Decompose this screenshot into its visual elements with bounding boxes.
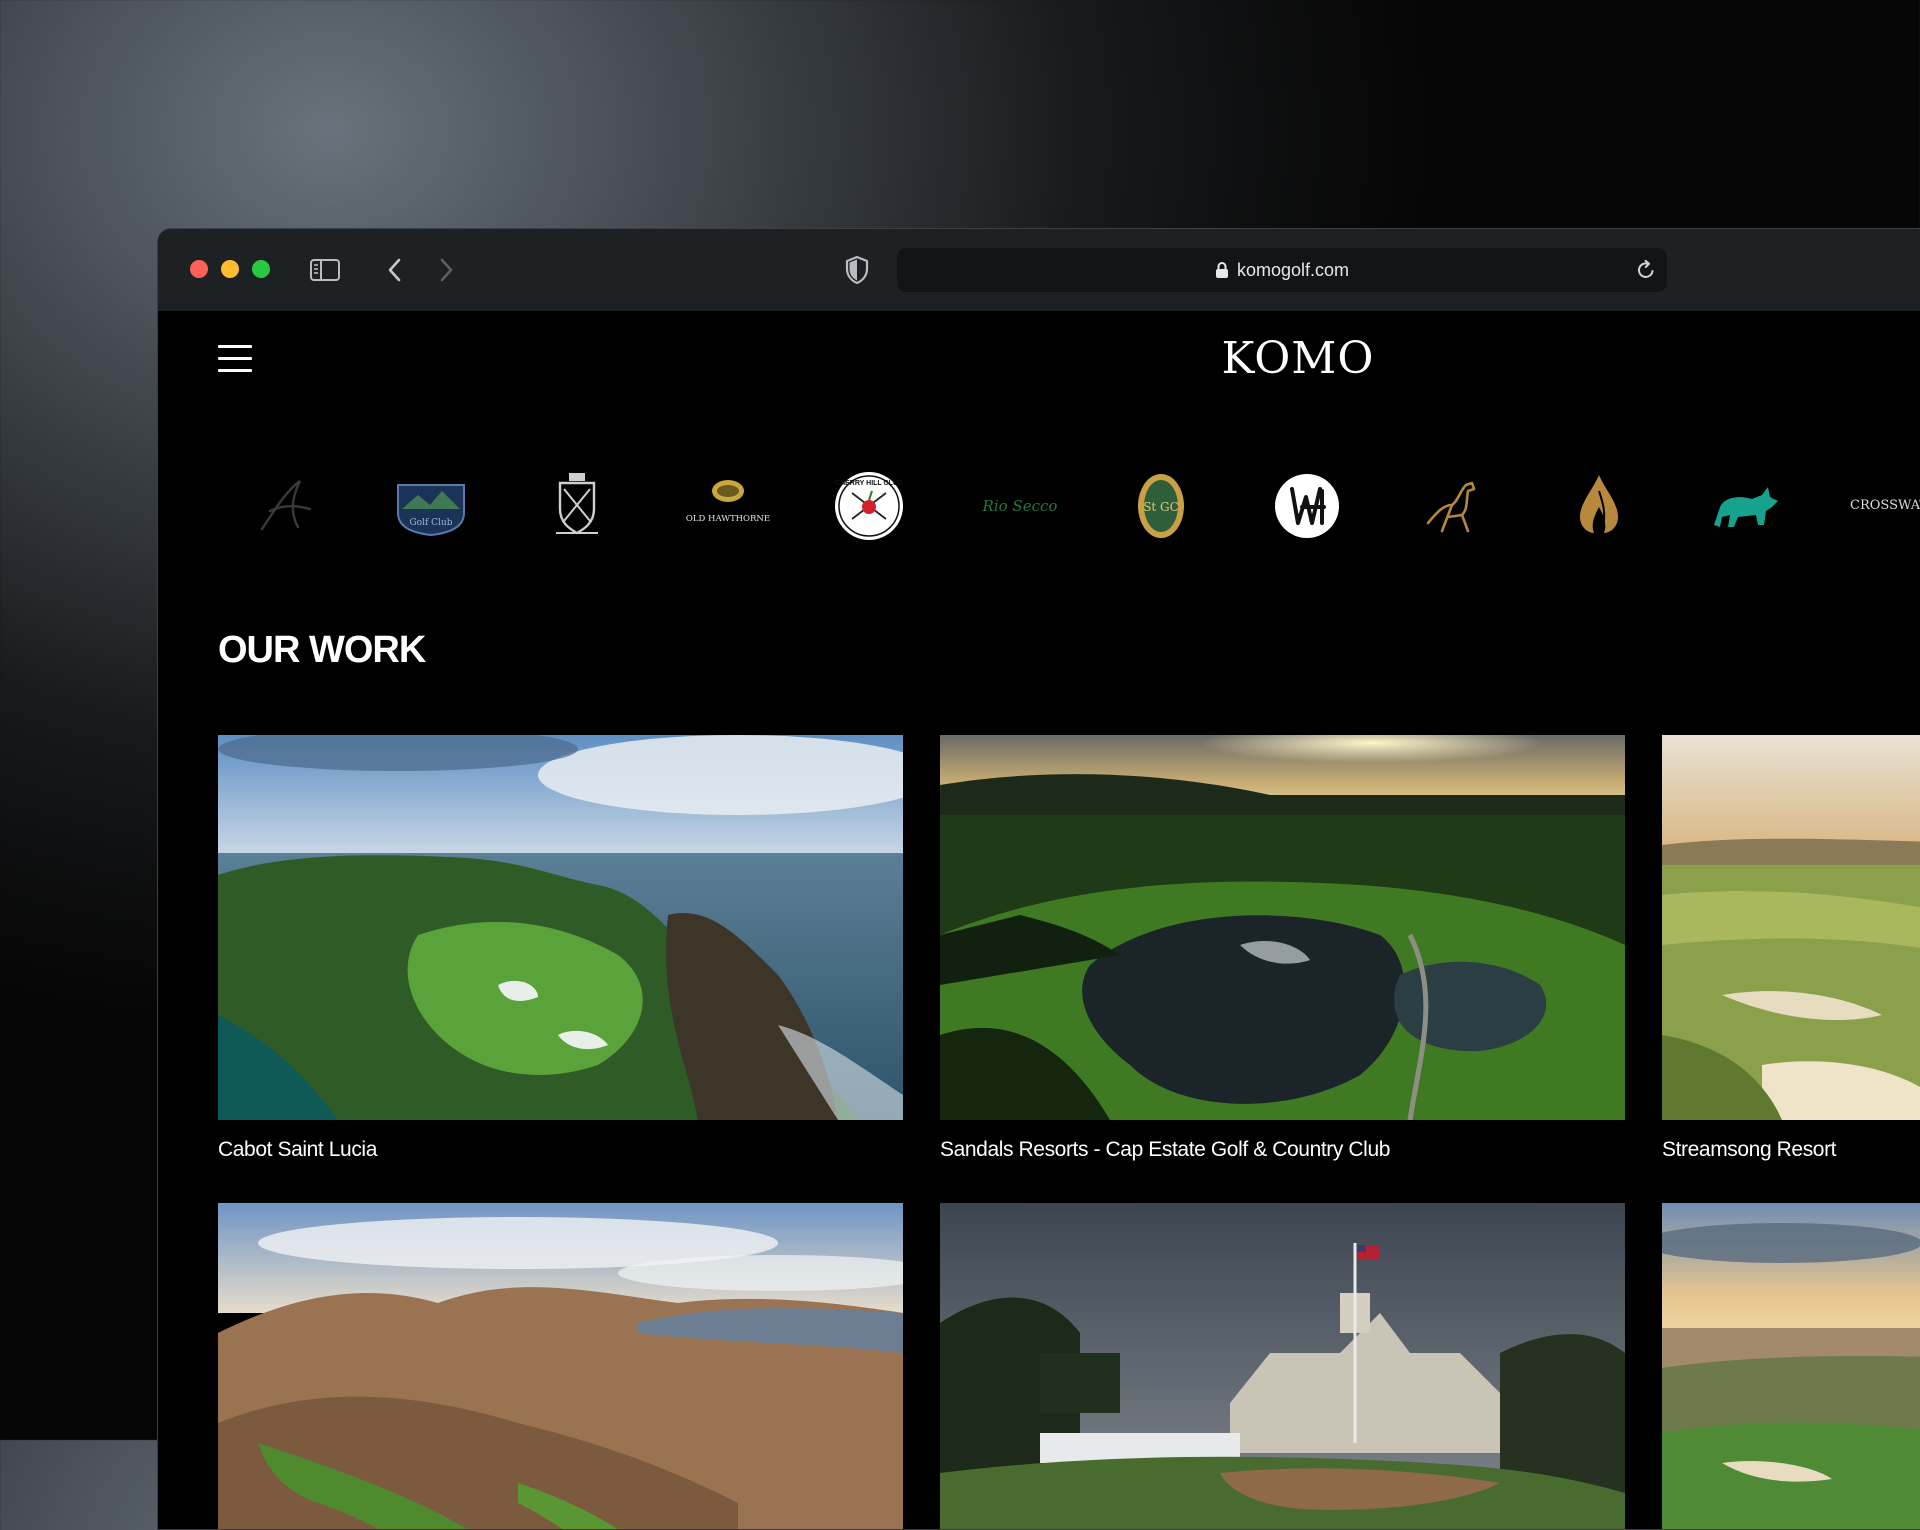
work-image-streamsong-resort[interactable]: [1662, 735, 1920, 1120]
reload-icon[interactable]: [1635, 259, 1657, 281]
work-image-6[interactable]: [1662, 1203, 1920, 1529]
work-image-5[interactable]: [940, 1203, 1625, 1529]
sidebar-icon[interactable]: [309, 257, 341, 283]
work-card-streamsong-resort[interactable]: Streamsong Resort: [1662, 735, 1920, 1162]
close-window-button[interactable]: [190, 260, 208, 278]
st-gf-text: St GC: [1143, 500, 1179, 514]
work-card-cabot-saint-lucia[interactable]: Cabot Saint Lucia: [218, 735, 903, 1162]
script-a-logo: [240, 461, 330, 551]
work-card-4[interactable]: [218, 1203, 903, 1529]
browser-window: komogolf.com KOMO Golf Club OLD HAWTHORN…: [157, 228, 1920, 1530]
work-image-cabot-saint-lucia[interactable]: [218, 735, 903, 1120]
old-hawthorne-logo: OLD HAWTHORNE: [678, 461, 778, 551]
cherry-hills-text: CHERRY HILL CLUB: [835, 480, 903, 487]
work-title[interactable]: Sandals Resorts - Cap Estate Golf & Coun…: [940, 1138, 1625, 1162]
st-gf-logo: St GC: [1116, 461, 1206, 551]
rio-secco-logo: Rio Secco: [970, 461, 1070, 551]
bull-logo: [1700, 461, 1790, 551]
browser-titlebar: komogolf.com: [158, 229, 1920, 311]
menu-icon[interactable]: [218, 345, 252, 373]
rio-secco-text: Rio Secco: [982, 497, 1058, 515]
crosswater-logo: CROSSWATER GOLF: [1846, 461, 1920, 551]
work-title[interactable]: Streamsong Resort: [1662, 1138, 1920, 1162]
web-page: KOMO Golf Club OLD HAWTHORNE CHERRY HILL…: [158, 311, 1920, 1529]
cherry-hills-logo: CHERRY HILL CLUB: [824, 461, 914, 551]
crosswater-text: CROSSWATER GOLF: [1850, 498, 1920, 513]
golf-club-badge-logo: Golf Club: [386, 461, 476, 551]
section-title: OUR WORK: [218, 629, 426, 671]
lock-icon: [1215, 262, 1228, 278]
site-logo[interactable]: KOMO: [1213, 333, 1383, 384]
forward-arrow-icon[interactable]: [435, 257, 457, 283]
golf-club-badge-text: Golf Club: [409, 518, 452, 528]
minimize-window-button[interactable]: [221, 260, 239, 278]
old-hawthorne-text: OLD HAWTHORNE: [686, 514, 770, 524]
work-card-sandals-cap-estate[interactable]: Sandals Resorts - Cap Estate Golf & Coun…: [940, 735, 1625, 1162]
horse-logo: [1408, 461, 1498, 551]
client-logo-strip: Golf Club OLD HAWTHORNE CHERRY HILL CLUB…: [218, 461, 1920, 551]
zoom-window-button[interactable]: [252, 260, 270, 278]
work-image-4[interactable]: [218, 1203, 903, 1529]
work-title[interactable]: Cabot Saint Lucia: [218, 1138, 903, 1162]
crest-logo: [532, 461, 622, 551]
url-text: komogolf.com: [1236, 259, 1350, 280]
privacy-shield-icon[interactable]: [844, 255, 870, 285]
wh-monogram-logo: [1262, 461, 1352, 551]
flame-logo: [1554, 461, 1644, 551]
address-bar[interactable]: komogolf.com: [897, 248, 1667, 292]
back-arrow-icon[interactable]: [384, 257, 406, 283]
work-card-5[interactable]: [940, 1203, 1625, 1529]
work-image-sandals-cap-estate[interactable]: [940, 735, 1625, 1120]
work-card-6[interactable]: [1662, 1203, 1920, 1529]
